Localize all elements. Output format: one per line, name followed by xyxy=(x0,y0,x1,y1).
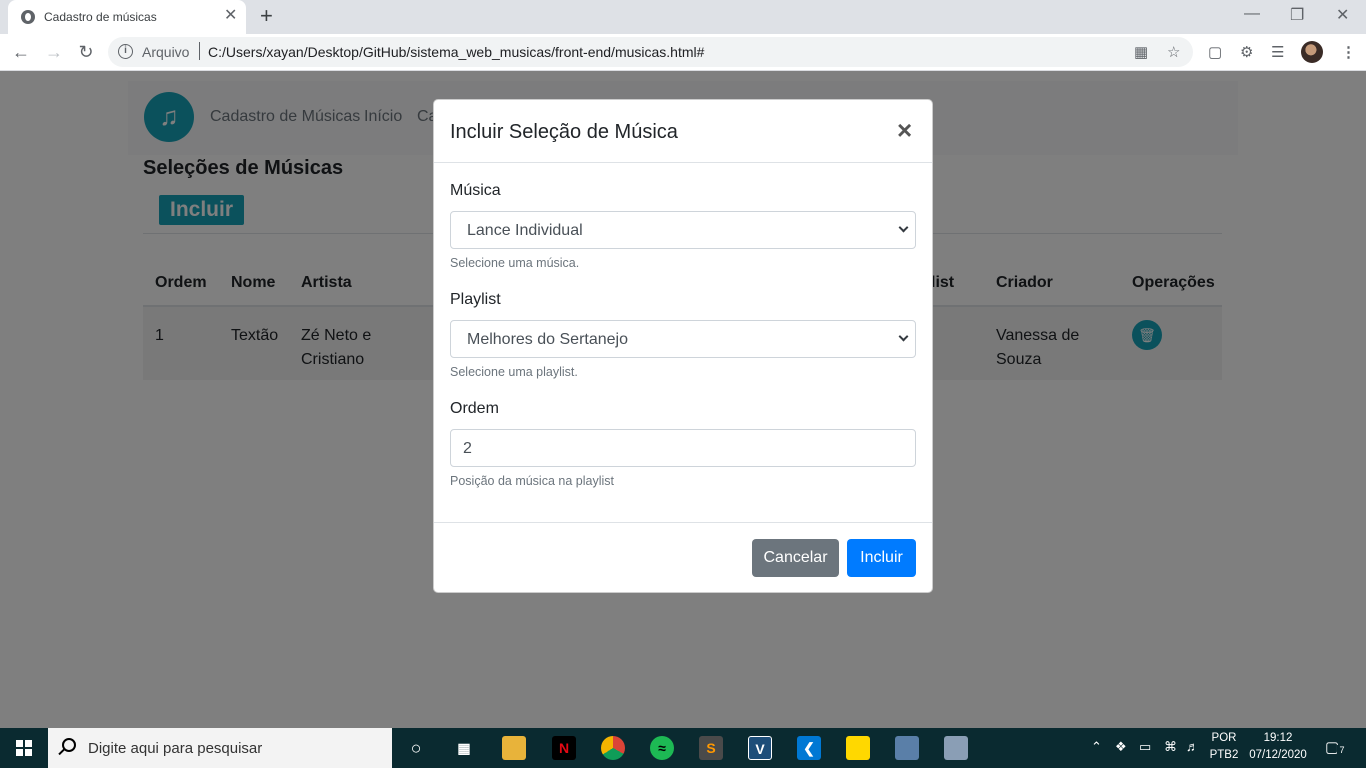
windows-icon xyxy=(16,740,32,756)
musica-help: Selecione uma música. xyxy=(450,256,580,270)
start-button[interactable] xyxy=(0,728,48,768)
notification-count: 7 xyxy=(1337,745,1347,755)
cancel-button[interactable]: Cancelar xyxy=(752,539,839,577)
scheme-label: Arquivo xyxy=(142,44,190,60)
reload-icon[interactable]: ↻ xyxy=(75,41,97,63)
url-text[interactable]: C:/Users/xayan/Desktop/GitHub/sistema_we… xyxy=(208,44,704,60)
menu-icon[interactable]: ⋮ xyxy=(1341,43,1356,61)
chrome-icon[interactable] xyxy=(601,736,625,760)
wifi-icon[interactable]: ⌘ xyxy=(1164,739,1177,755)
browser-toolbar: ← → ↻ i Arquivo C:/Users/xayan/Desktop/G… xyxy=(0,34,1366,71)
task-view-icon[interactable]: ▦ xyxy=(452,736,476,760)
file-explorer-icon[interactable] xyxy=(502,736,526,760)
back-icon[interactable]: ← xyxy=(10,41,32,63)
playlist-select[interactable]: Melhores do Sertanejo xyxy=(450,320,916,358)
translate-icon[interactable]: ▦ xyxy=(1134,43,1148,61)
chevron-down-icon xyxy=(898,331,909,342)
media-icon[interactable]: ☰ xyxy=(1271,43,1284,61)
profile-avatar[interactable] xyxy=(1301,41,1323,63)
playlist-label: Playlist xyxy=(450,291,501,308)
clock-date[interactable]: 07/12/2020 xyxy=(1246,749,1310,761)
tab-bar: Cadastro de músicas ✕ + — ❐ ✕ xyxy=(0,0,1366,34)
new-tab-button[interactable]: + xyxy=(260,5,273,27)
ordem-help: Posição da música na playlist xyxy=(450,474,614,488)
ordem-input[interactable]: 2 xyxy=(450,429,916,467)
language-code[interactable]: POR xyxy=(1210,732,1238,744)
extension-icon[interactable]: ▢ xyxy=(1208,43,1222,61)
include-selection-modal: Incluir Seleção de Música × Música Lance… xyxy=(433,99,933,593)
globe-icon xyxy=(21,10,35,24)
network-app-icon[interactable] xyxy=(895,736,919,760)
v-app-icon[interactable]: V xyxy=(748,736,772,760)
spotify-icon[interactable]: ≈ xyxy=(650,736,674,760)
paint-icon[interactable] xyxy=(944,736,968,760)
address-bar[interactable]: i Arquivo C:/Users/xayan/Desktop/GitHub/… xyxy=(108,37,1193,67)
ordem-label: Ordem xyxy=(450,400,499,417)
forward-icon[interactable]: → xyxy=(43,41,65,63)
modal-footer-divider xyxy=(434,522,932,523)
dropbox-icon[interactable]: ❖ xyxy=(1115,739,1127,755)
browser-tab[interactable]: Cadastro de músicas ✕ xyxy=(8,0,246,34)
puzzle-icon[interactable]: ⚙ xyxy=(1240,43,1253,61)
info-icon[interactable]: i xyxy=(118,44,133,59)
divider xyxy=(199,42,200,60)
musica-selected: Lance Individual xyxy=(467,222,583,239)
cortana-icon[interactable]: ○ xyxy=(404,736,428,760)
battery-icon[interactable]: ▭ xyxy=(1139,739,1151,755)
close-window-icon[interactable]: ✕ xyxy=(1336,5,1349,25)
chevron-down-icon xyxy=(898,222,909,233)
playlist-help: Selecione uma playlist. xyxy=(450,365,578,379)
netflix-icon[interactable]: N xyxy=(552,736,576,760)
sticky-notes-icon[interactable] xyxy=(846,736,870,760)
search-placeholder: Digite aqui para pesquisar xyxy=(88,740,263,757)
modal-header: Incluir Seleção de Música × xyxy=(434,100,932,163)
vscode-icon[interactable]: ❮ xyxy=(797,736,821,760)
clock-time[interactable]: 19:12 xyxy=(1248,732,1308,744)
tab-title: Cadastro de músicas xyxy=(44,10,157,24)
ordem-value: 2 xyxy=(463,440,472,457)
close-icon[interactable]: × xyxy=(897,116,912,144)
minimize-icon[interactable]: — xyxy=(1244,5,1260,23)
bookmark-star-icon[interactable]: ☆ xyxy=(1167,43,1180,61)
restore-icon[interactable]: ❐ xyxy=(1290,5,1304,25)
modal-incluir-button[interactable]: Incluir xyxy=(847,539,916,577)
tab-close-icon[interactable]: ✕ xyxy=(224,7,237,25)
musica-select[interactable]: Lance Individual xyxy=(450,211,916,249)
sublime-icon[interactable]: S xyxy=(699,736,723,760)
taskbar-search[interactable]: Digite aqui para pesquisar xyxy=(48,728,392,768)
musica-label: Música xyxy=(450,182,501,199)
playlist-selected: Melhores do Sertanejo xyxy=(467,331,628,348)
search-icon xyxy=(62,738,76,752)
keyboard-layout[interactable]: PTB2 xyxy=(1208,749,1240,761)
windows-taskbar: Digite aqui para pesquisar ○ ▦ N ≈ S V ❮… xyxy=(0,728,1366,768)
chevron-up-icon[interactable]: ⌃ xyxy=(1091,739,1102,755)
modal-title: Incluir Seleção de Música xyxy=(450,121,678,143)
volume-icon[interactable]: ♬ xyxy=(1186,739,1199,754)
